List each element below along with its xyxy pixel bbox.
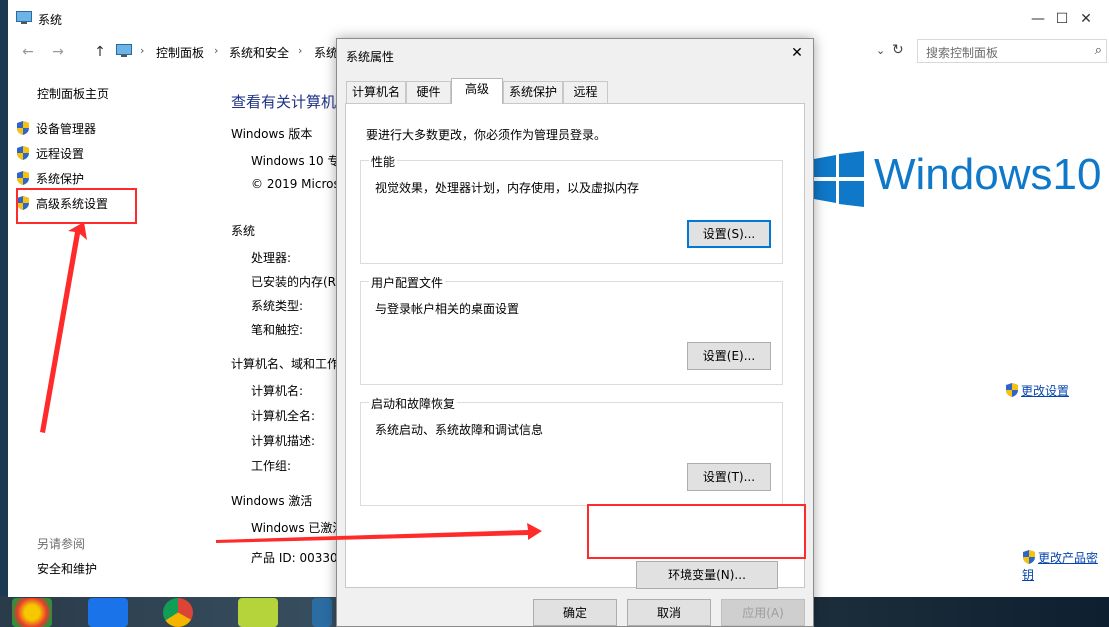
- windows-logo-text: Windows10: [874, 150, 1102, 199]
- description-label: 计算机描述:: [251, 434, 316, 448]
- up-button[interactable]: ↑: [90, 42, 110, 62]
- shield-icon: [17, 121, 29, 135]
- control-panel-home-link[interactable]: 控制面板主页: [37, 85, 109, 102]
- change-product-key-link[interactable]: 更改产品密钥: [1022, 549, 1109, 583]
- admin-note: 要进行大多数更改，你必须作为管理员登录。: [366, 128, 607, 142]
- apply-button[interactable]: 应用(A): [721, 599, 805, 626]
- sidebar-item-device-manager[interactable]: 设备管理器: [16, 120, 96, 137]
- ram-label: 已安装的内存(R: [251, 275, 337, 289]
- cancel-button[interactable]: 取消: [627, 599, 711, 626]
- copyright-value: © 2019 Micros: [251, 177, 340, 191]
- user-profiles-label: 用户配置文件: [369, 274, 446, 291]
- ok-button[interactable]: 确定: [533, 599, 617, 626]
- see-also-heading: 另请参阅: [37, 537, 86, 551]
- search-placeholder: 搜索控制面板: [926, 46, 999, 60]
- breadcrumb-system-security[interactable]: 系统和安全: [229, 44, 289, 61]
- desktop-app-icon[interactable]: [238, 598, 278, 627]
- startup-recovery-group: 启动和故障恢复 系统启动、系统故障和调试信息 设置(T)...: [360, 395, 783, 506]
- system-heading: 系统: [231, 224, 256, 238]
- user-profiles-desc: 与登录帐户相关的桌面设置: [375, 302, 520, 316]
- tab-system-protection[interactable]: 系统保护: [503, 81, 563, 103]
- breadcrumb-system[interactable]: 系统: [314, 44, 338, 61]
- dialog-title: 系统属性: [346, 50, 395, 64]
- search-icon: ⌕: [1094, 43, 1102, 58]
- user-profiles-group: 用户配置文件 与登录帐户相关的桌面设置 设置(E)...: [360, 274, 783, 385]
- activation-heading: Windows 激活: [231, 494, 313, 508]
- sidebar-item-label: 系统保护: [36, 172, 85, 186]
- breadcrumb-separator: ›: [140, 44, 145, 57]
- system-type-label: 系统类型:: [251, 299, 304, 313]
- security-maintenance-link[interactable]: 安全和维护: [37, 560, 97, 577]
- breadcrumb-separator: ›: [214, 44, 219, 57]
- windows-logo-icon: [814, 151, 864, 207]
- desktop-app-icon[interactable]: [88, 598, 128, 627]
- chrome-icon[interactable]: [163, 598, 193, 627]
- performance-desc: 视觉效果，处理器计划，内存使用，以及虚拟内存: [375, 181, 640, 195]
- performance-settings-button[interactable]: 设置(S)...: [687, 220, 771, 248]
- change-settings-link[interactable]: 更改设置: [1005, 382, 1069, 399]
- close-button[interactable]: ✕: [1063, 6, 1109, 32]
- full-name-label: 计算机全名:: [251, 409, 316, 423]
- refresh-icon[interactable]: ↻: [892, 42, 904, 58]
- shield-icon: [1006, 383, 1018, 397]
- change-settings-label: 更改设置: [1021, 384, 1070, 398]
- startup-recovery-settings-button[interactable]: 设置(T)...: [687, 463, 771, 491]
- breadcrumb-control-panel[interactable]: 控制面板: [156, 44, 204, 61]
- processor-label: 处理器:: [251, 251, 292, 265]
- computer-name-heading: 计算机名、域和工作: [231, 357, 340, 371]
- tab-remote[interactable]: 远程: [563, 81, 608, 103]
- sidebar-item-label: 远程设置: [36, 147, 85, 161]
- title-bar: 系统 — ☐: [8, 0, 1109, 38]
- activation-status: Windows 已激活: [251, 521, 345, 535]
- computer-icon: [16, 11, 32, 24]
- sidebar-item-system-protection[interactable]: 系统保护: [16, 170, 84, 187]
- performance-group: 性能 视觉效果，处理器计划，内存使用，以及虚拟内存 设置(S)...: [360, 153, 783, 264]
- chevron-down-icon[interactable]: ⌄: [876, 44, 885, 57]
- startup-recovery-desc: 系统启动、系统故障和调试信息: [375, 423, 544, 437]
- back-button[interactable]: ←: [18, 42, 38, 62]
- pen-touch-label: 笔和触控:: [251, 323, 304, 337]
- desktop-app-icon[interactable]: [312, 598, 332, 627]
- environment-variables-button[interactable]: 环境变量(N)...: [636, 561, 778, 589]
- sidebar-item-remote-settings[interactable]: 远程设置: [16, 145, 84, 162]
- search-input[interactable]: 搜索控制面板 ⌕: [917, 39, 1107, 63]
- startup-recovery-label: 启动和故障恢复: [369, 395, 458, 412]
- annotation-highlight: [16, 188, 137, 224]
- tab-advanced[interactable]: 高级: [451, 78, 503, 104]
- sidebar-item-label: 设备管理器: [36, 122, 97, 136]
- shield-icon: [17, 146, 29, 160]
- tab-computer-name[interactable]: 计算机名: [346, 81, 406, 103]
- tab-hardware[interactable]: 硬件: [406, 81, 451, 103]
- workgroup-label: 工作组:: [251, 459, 292, 473]
- page-title: 查看有关计算机: [231, 93, 337, 111]
- performance-label: 性能: [369, 153, 398, 170]
- windows-edition-heading: Windows 版本: [231, 127, 313, 141]
- desktop-app-icon[interactable]: [12, 598, 52, 627]
- window-title: 系统: [38, 13, 63, 27]
- breadcrumb-separator: ›: [298, 44, 303, 57]
- product-id: 产品 ID: 00330: [251, 551, 338, 565]
- dialog-close-button[interactable]: ✕: [787, 43, 807, 63]
- computer-name-label: 计算机名:: [251, 384, 304, 398]
- user-profiles-settings-button[interactable]: 设置(E)...: [687, 342, 771, 370]
- annotation-highlight: [587, 504, 806, 559]
- edition-value: Windows 10 专: [251, 154, 340, 168]
- shield-icon: [17, 171, 29, 185]
- forward-button[interactable]: →: [48, 42, 68, 62]
- control-panel-icon: [116, 44, 132, 57]
- shield-icon: [1023, 550, 1035, 564]
